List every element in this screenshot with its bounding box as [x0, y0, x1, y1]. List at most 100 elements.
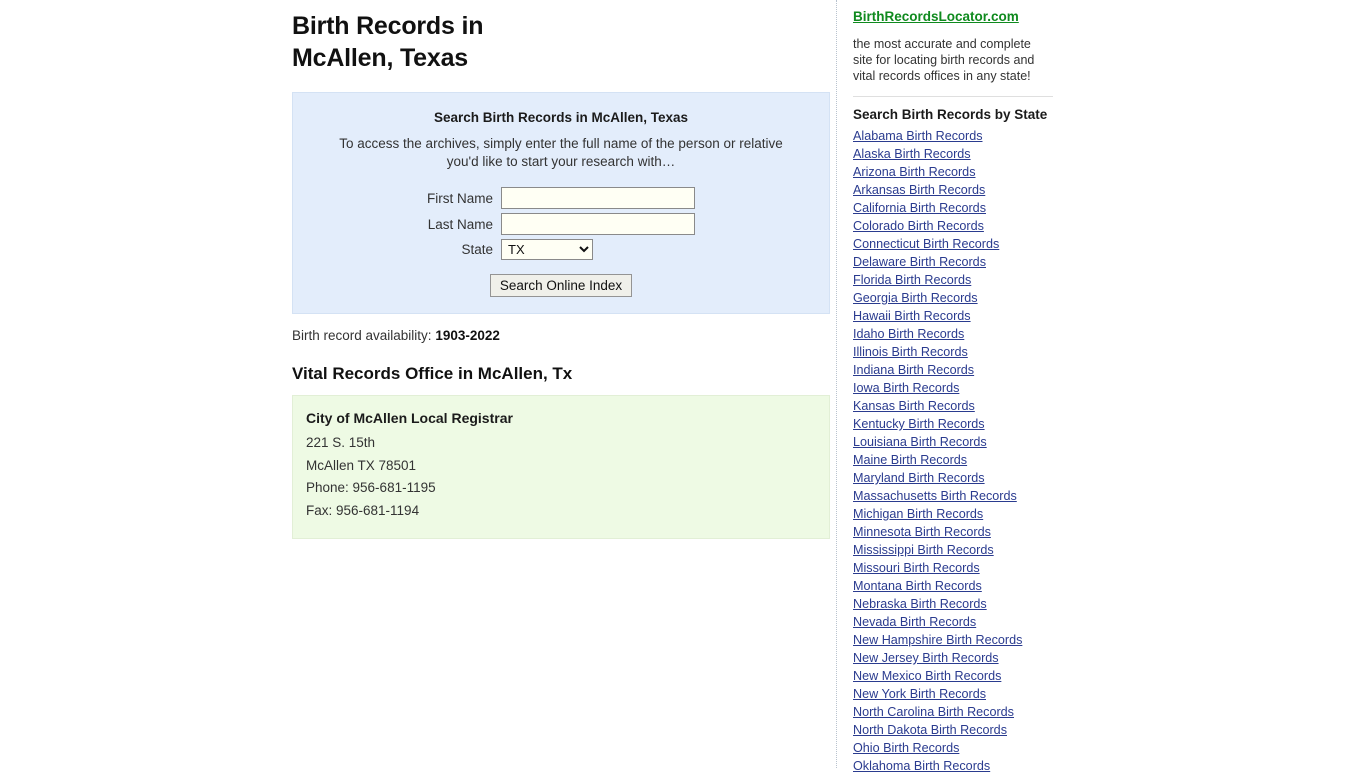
- state-link-item: Alaska Birth Records: [853, 145, 1065, 163]
- sidebar-divider: [836, 0, 837, 768]
- state-link-item: Kansas Birth Records: [853, 397, 1065, 415]
- office-fax: Fax: 956-681-1194: [306, 502, 420, 518]
- state-link[interactable]: Kentucky Birth Records: [853, 415, 985, 433]
- state-row: State TX: [427, 237, 695, 262]
- state-link-item: Oklahoma Birth Records: [853, 757, 1065, 775]
- search-panel: Search Birth Records in McAllen, Texas T…: [292, 92, 830, 314]
- state-link-item: Illinois Birth Records: [853, 343, 1065, 361]
- state-link[interactable]: Alaska Birth Records: [853, 145, 971, 163]
- state-link-item: Delaware Birth Records: [853, 253, 1065, 271]
- office-phone: Phone: 956-681-1195: [306, 480, 436, 495]
- first-name-input[interactable]: [501, 187, 695, 209]
- state-link-item: New Jersey Birth Records: [853, 649, 1065, 667]
- state-link-item: North Dakota Birth Records: [853, 721, 1065, 739]
- state-link[interactable]: Idaho Birth Records: [853, 325, 964, 343]
- state-link[interactable]: California Birth Records: [853, 199, 986, 217]
- state-links-list: Alabama Birth Records Alaska Birth Record…: [853, 127, 1065, 775]
- state-link-item: Iowa Birth Records: [853, 379, 1065, 397]
- first-name-cell: [501, 185, 695, 211]
- state-link[interactable]: Ohio Birth Records: [853, 739, 959, 757]
- availability-label: Birth record availability:: [292, 328, 432, 343]
- availability-line: Birth record availability: 1903-2022: [292, 328, 832, 343]
- search-form: First Name Last Name State TX: [427, 185, 695, 262]
- state-link-item: Michigan Birth Records: [853, 505, 1065, 523]
- state-link[interactable]: Maryland Birth Records: [853, 469, 985, 487]
- state-link[interactable]: North Carolina Birth Records: [853, 703, 1014, 721]
- state-link[interactable]: Iowa Birth Records: [853, 379, 959, 397]
- vital-records-office-card: City of McAllen Local Registrar 221 S. 1…: [292, 395, 830, 539]
- state-link-item: Idaho Birth Records: [853, 325, 1065, 343]
- site-tagline: the most accurate and complete site for …: [853, 37, 1035, 83]
- state-link[interactable]: Nevada Birth Records: [853, 613, 976, 631]
- state-link-item: Maine Birth Records: [853, 451, 1065, 469]
- state-link-item: Maryland Birth Records: [853, 469, 1065, 487]
- state-link-item: North Carolina Birth Records: [853, 703, 1065, 721]
- state-link[interactable]: Georgia Birth Records: [853, 289, 978, 307]
- state-link[interactable]: Alabama Birth Records: [853, 127, 983, 145]
- office-section-title: Vital Records Office in McAllen, Tx: [292, 364, 573, 383]
- state-label: State: [461, 242, 493, 257]
- state-link-item: Colorado Birth Records: [853, 217, 1065, 235]
- state-select[interactable]: TX: [501, 239, 593, 260]
- availability-value: 1903-2022: [435, 328, 500, 343]
- state-link-item: Kentucky Birth Records: [853, 415, 1065, 433]
- state-link-item: Indiana Birth Records: [853, 361, 1065, 379]
- state-link[interactable]: Colorado Birth Records: [853, 217, 984, 235]
- office-street: 221 S. 15th: [306, 435, 376, 450]
- state-link-item: New York Birth Records: [853, 685, 1065, 703]
- state-link-item: Ohio Birth Records: [853, 739, 1065, 757]
- state-link-item: Minnesota Birth Records: [853, 523, 1065, 541]
- office-name: City of McAllen Local Registrar: [306, 410, 513, 426]
- state-link[interactable]: Louisiana Birth Records: [853, 433, 987, 451]
- state-link[interactable]: Massachusetts Birth Records: [853, 487, 1017, 505]
- state-link[interactable]: Maine Birth Records: [853, 451, 967, 469]
- state-link-item: Louisiana Birth Records: [853, 433, 1065, 451]
- state-link-item: New Mexico Birth Records: [853, 667, 1065, 685]
- state-link[interactable]: Kansas Birth Records: [853, 397, 975, 415]
- state-cell: TX: [501, 237, 695, 262]
- first-name-row: First Name: [427, 185, 695, 211]
- state-link[interactable]: Arkansas Birth Records: [853, 181, 985, 199]
- state-link[interactable]: Montana Birth Records: [853, 577, 982, 595]
- state-link-item: Alabama Birth Records: [853, 127, 1065, 145]
- state-link[interactable]: Missouri Birth Records: [853, 559, 980, 577]
- sidebar-divider-rule: [853, 96, 1053, 97]
- state-link[interactable]: Hawaii Birth Records: [853, 307, 971, 325]
- state-link[interactable]: New Hampshire Birth Records: [853, 631, 1022, 649]
- state-link[interactable]: Arizona Birth Records: [853, 163, 976, 181]
- search-panel-description: To access the archives, simply enter the…: [339, 136, 783, 169]
- state-link-item: California Birth Records: [853, 199, 1065, 217]
- state-link[interactable]: Indiana Birth Records: [853, 361, 974, 379]
- state-link[interactable]: New Mexico Birth Records: [853, 667, 1001, 685]
- site-title-link[interactable]: BirthRecordsLocator.com: [853, 9, 1019, 24]
- state-link[interactable]: Nebraska Birth Records: [853, 595, 987, 613]
- state-link-item: Arkansas Birth Records: [853, 181, 1065, 199]
- sidebar: BirthRecordsLocator.com the most accurat…: [853, 0, 1065, 775]
- search-button-row: Search Online Index: [293, 274, 829, 297]
- last-name-input[interactable]: [501, 213, 695, 235]
- state-link-item: Connecticut Birth Records: [853, 235, 1065, 253]
- state-link-item: Massachusetts Birth Records: [853, 487, 1065, 505]
- state-link[interactable]: Oklahoma Birth Records: [853, 757, 990, 775]
- state-link[interactable]: Illinois Birth Records: [853, 343, 968, 361]
- page-root: Birth Records in McAllen, Texas Search B…: [0, 0, 1366, 773]
- state-link-item: Georgia Birth Records: [853, 289, 1065, 307]
- state-link-item: Arizona Birth Records: [853, 163, 1065, 181]
- state-link-item: Nevada Birth Records: [853, 613, 1065, 631]
- state-link-item: Mississippi Birth Records: [853, 541, 1065, 559]
- state-link-item: Florida Birth Records: [853, 271, 1065, 289]
- state-link-item: New Hampshire Birth Records: [853, 631, 1065, 649]
- state-link[interactable]: New Jersey Birth Records: [853, 649, 999, 667]
- state-link[interactable]: North Dakota Birth Records: [853, 721, 1007, 739]
- last-name-label: Last Name: [427, 216, 493, 232]
- state-link[interactable]: Mississippi Birth Records: [853, 541, 994, 559]
- state-link[interactable]: New York Birth Records: [853, 685, 986, 703]
- state-link[interactable]: Florida Birth Records: [853, 271, 971, 289]
- state-link[interactable]: Connecticut Birth Records: [853, 235, 999, 253]
- state-link-item: Hawaii Birth Records: [853, 307, 1065, 325]
- state-link[interactable]: Delaware Birth Records: [853, 253, 986, 271]
- search-online-index-button[interactable]: Search Online Index: [489, 274, 633, 297]
- page-title-line-1: Birth Records in: [292, 12, 484, 40]
- state-link[interactable]: Minnesota Birth Records: [853, 523, 991, 541]
- state-link[interactable]: Michigan Birth Records: [853, 505, 983, 523]
